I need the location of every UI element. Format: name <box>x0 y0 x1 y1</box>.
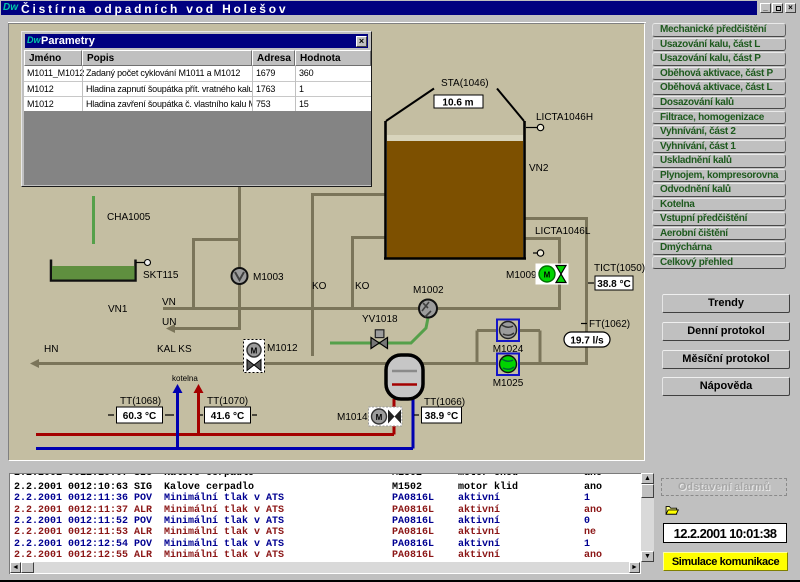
svg-text:TICT(1050): TICT(1050) <box>594 263 645 274</box>
svg-text:19.7 l/s: 19.7 l/s <box>570 336 604 347</box>
svg-text:SKT115: SKT115 <box>143 270 179 281</box>
svg-text:M: M <box>544 271 551 280</box>
svg-text:LICTA1046H: LICTA1046H <box>536 112 593 123</box>
svg-text:kotelna: kotelna <box>172 374 198 383</box>
svg-text:STA(1046): STA(1046) <box>441 78 489 89</box>
svg-text:YV1018: YV1018 <box>362 314 398 325</box>
svg-text:KAL KS: KAL KS <box>157 344 192 355</box>
svg-text:TT(1070): TT(1070) <box>207 396 248 407</box>
svg-text:VN2: VN2 <box>529 163 549 174</box>
svg-text:M1002: M1002 <box>413 285 444 296</box>
svg-text:M1025: M1025 <box>493 378 524 389</box>
svg-text:UN: UN <box>162 317 176 328</box>
svg-text:M: M <box>376 413 383 422</box>
svg-text:HN: HN <box>44 344 58 355</box>
svg-text:TT(1066): TT(1066) <box>424 397 465 408</box>
svg-text:10.6 m: 10.6 m <box>442 98 473 109</box>
svg-text:TT(1068): TT(1068) <box>120 396 161 407</box>
svg-text:M: M <box>251 347 258 356</box>
svg-text:VN: VN <box>162 297 176 308</box>
svg-text:VN1: VN1 <box>108 304 128 315</box>
svg-text:KO: KO <box>355 281 370 292</box>
svg-text:M1009: M1009 <box>506 270 537 281</box>
svg-text:38.9 °C: 38.9 °C <box>425 411 458 422</box>
svg-text:M1003: M1003 <box>253 272 284 283</box>
svg-text:M1014: M1014 <box>337 412 368 423</box>
svg-text:38.8 °C: 38.8 °C <box>597 279 630 290</box>
svg-text:LICTA1046L: LICTA1046L <box>535 226 591 237</box>
svg-text:60.3 °C: 60.3 °C <box>123 411 156 422</box>
svg-text:41.6 °C: 41.6 °C <box>211 411 244 422</box>
svg-text:M1012: M1012 <box>267 343 298 354</box>
svg-text:KO: KO <box>312 281 327 292</box>
svg-text:CHA1005: CHA1005 <box>107 212 151 223</box>
svg-text:FT(1062): FT(1062) <box>589 319 630 330</box>
